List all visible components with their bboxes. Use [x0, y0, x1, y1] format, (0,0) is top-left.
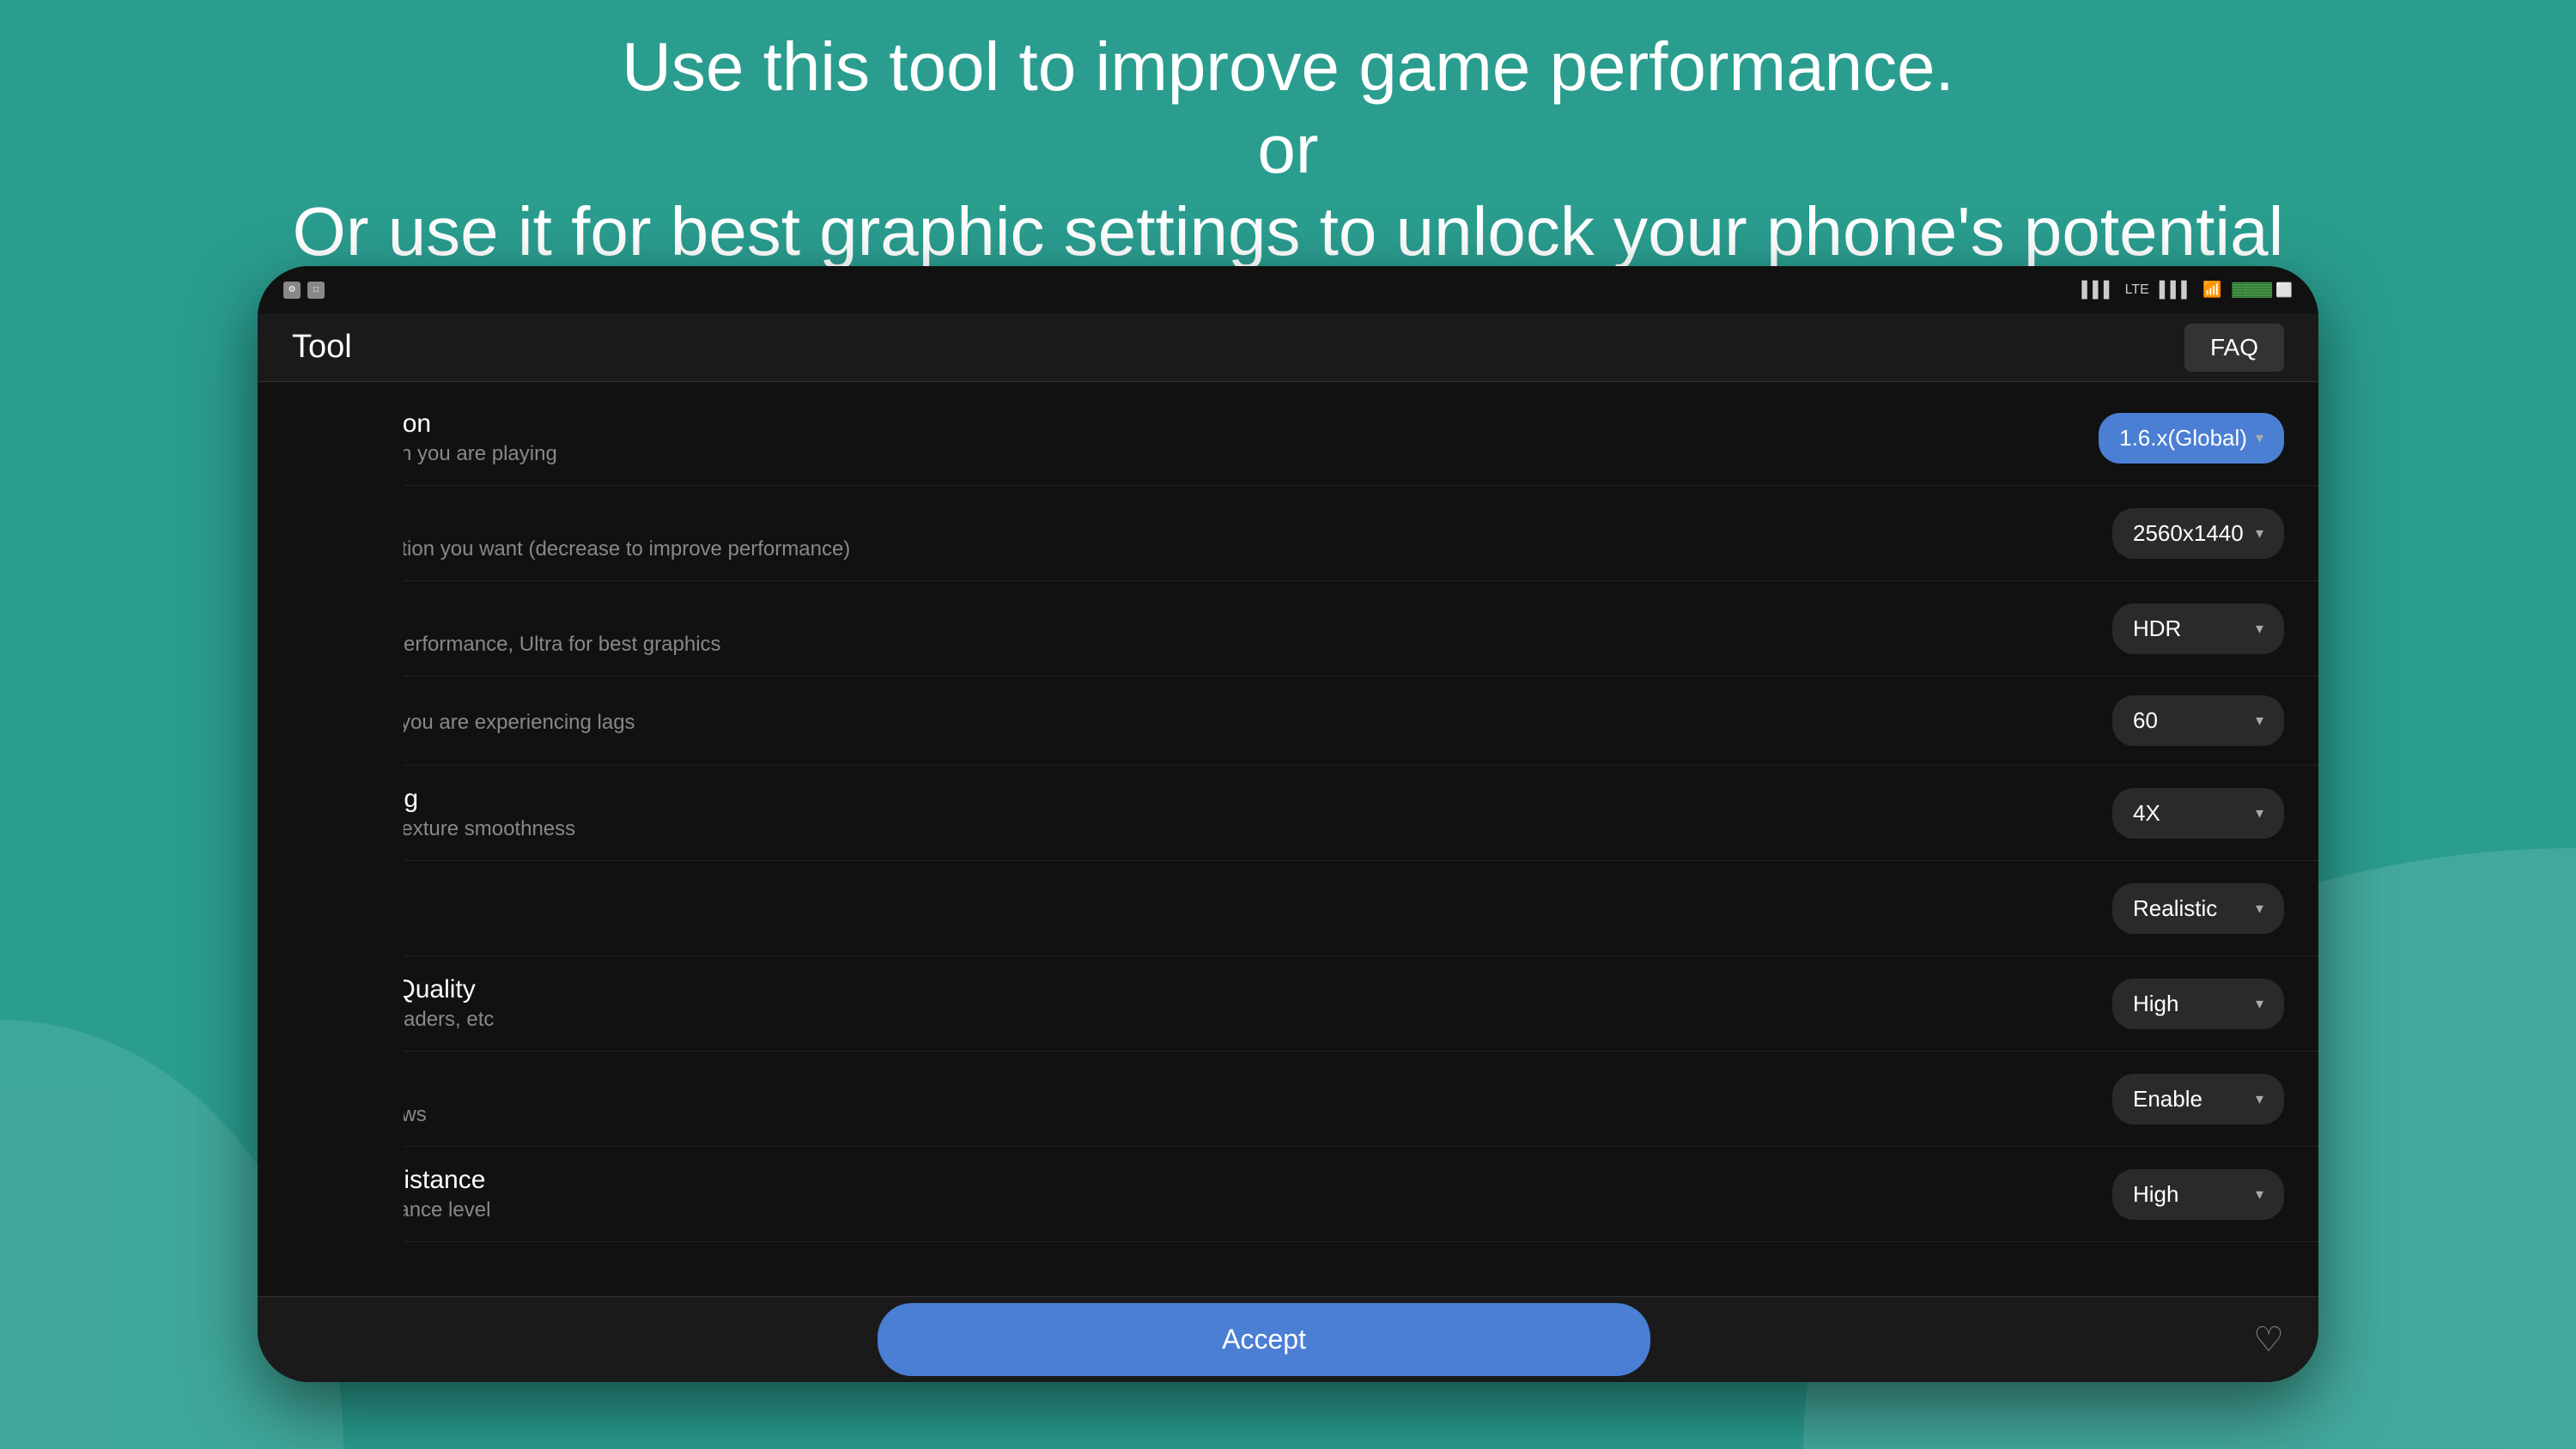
setting-desc-shadows: shadows	[345, 1103, 2112, 1127]
setting-row-shadowDistance: ow Distance w distance level High ▾	[258, 1147, 2318, 1242]
setting-desc-version: version you are playing	[345, 442, 2099, 466]
setting-dropdown-label-antialiasing: 4X	[2133, 800, 2160, 827]
setting-desc-rendering: ws, shaders, etc	[345, 1008, 2112, 1032]
setting-control-fps: 60 ▾	[2112, 695, 2284, 746]
left-edge-overlay	[258, 266, 404, 1382]
setting-dropdown-arrow-fps: ▾	[2256, 712, 2263, 730]
setting-name-shadowDistance: ow Distance	[345, 1166, 2112, 1195]
setting-info-resolution: ution resolution you want (decrease to im…	[345, 505, 2112, 561]
setting-info-version: Version version you are playing	[345, 409, 2099, 466]
setting-desc-resolution: resolution you want (decrease to improve…	[345, 537, 2112, 561]
setting-info-filter: s filter	[345, 880, 2112, 937]
header-line2: or	[0, 108, 2576, 191]
setting-dropdown-arrow-resolution: ▾	[2256, 524, 2263, 543]
setting-name-shadows: ows	[345, 1070, 2112, 1100]
setting-name-resolution: ution	[345, 505, 2112, 534]
faq-button[interactable]: FAQ	[2184, 324, 2284, 372]
signal2-icon: ▌▌▌	[2160, 281, 2192, 299]
setting-row-rendering: ring Quality ws, shaders, etc High ▾	[258, 956, 2318, 1052]
setting-dropdown-label-version: 1.6.x(Global)	[2119, 425, 2247, 452]
setting-dropdown-arrow-shadowDistance: ▾	[2256, 1185, 2263, 1203]
setting-name-version: Version	[345, 409, 2099, 439]
setting-dropdown-label-shadowDistance: High	[2133, 1181, 2178, 1208]
setting-control-shadows: Enable ▾	[2112, 1074, 2284, 1125]
setting-desc-antialiasing: s the texture smoothness	[345, 817, 2112, 841]
setting-info-graphics: ics h for performance, Ultra for best gra…	[345, 600, 2112, 657]
setting-row-fps: use if you are experiencing lags 60 ▾	[258, 676, 2318, 766]
setting-row-resolution: ution resolution you want (decrease to im…	[258, 486, 2318, 581]
setting-row-antialiasing: liasing s the texture smoothness 4X ▾	[258, 766, 2318, 861]
status-bar: ⚙ □ ▌▌▌ LTE ▌▌▌ 📶 ▓▓▓▓ ⬜	[258, 266, 2318, 313]
setting-control-version: 1.6.x(Global) ▾	[2099, 413, 2284, 464]
app-title: Tool	[292, 329, 352, 366]
setting-dropdown-fps[interactable]: 60 ▾	[2112, 695, 2284, 746]
setting-control-rendering: High ▾	[2112, 979, 2284, 1029]
setting-dropdown-version[interactable]: 1.6.x(Global) ▾	[2099, 413, 2284, 464]
setting-name-graphics: ics	[345, 600, 2112, 629]
setting-dropdown-label-graphics: HDR	[2133, 615, 2181, 642]
setting-dropdown-resolution[interactable]: 2560x1440 ▾	[2112, 508, 2284, 559]
settings-list: Versionversion you are playing1.6.x(Glob…	[258, 382, 2318, 1331]
setting-dropdown-label-fps: 60	[2133, 707, 2158, 734]
setting-control-graphics: HDR ▾	[2112, 603, 2284, 654]
setting-dropdown-label-filter: Realistic	[2133, 895, 2217, 922]
setting-info-fps: use if you are experiencing lags	[345, 707, 2112, 735]
bottom-bar: Accept ♡	[258, 1296, 2318, 1382]
setting-control-shadowDistance: High ▾	[2112, 1169, 2284, 1220]
settings-status-icon: ⚙	[283, 282, 301, 299]
lte-label: LTE	[2125, 282, 2149, 298]
accept-button[interactable]: Accept	[878, 1303, 1650, 1376]
setting-desc-fps: use if you are experiencing lags	[345, 711, 2112, 735]
setting-control-antialiasing: 4X ▾	[2112, 788, 2284, 839]
setting-info-shadowDistance: ow Distance w distance level	[345, 1166, 2112, 1222]
heart-icon[interactable]: ♡	[2253, 1320, 2284, 1360]
setting-dropdown-label-rendering: High	[2133, 991, 2178, 1017]
signal-icon: ▌▌▌	[2081, 281, 2114, 299]
setting-control-resolution: 2560x1440 ▾	[2112, 508, 2284, 559]
setting-dropdown-label-resolution: 2560x1440	[2133, 520, 2244, 547]
setting-dropdown-shadowDistance[interactable]: High ▾	[2112, 1169, 2284, 1220]
setting-dropdown-graphics[interactable]: HDR ▾	[2112, 603, 2284, 654]
setting-dropdown-filter[interactable]: Realistic ▾	[2112, 883, 2284, 934]
app-status-icon: □	[307, 282, 325, 299]
status-icons-right: ▌▌▌ LTE ▌▌▌ 📶 ▓▓▓▓ ⬜	[2081, 281, 2293, 299]
setting-desc-graphics: h for performance, Ultra for best graphi…	[345, 633, 2112, 657]
setting-dropdown-arrow-antialiasing: ▾	[2256, 804, 2263, 822]
setting-dropdown-arrow-shadows: ▾	[2256, 1090, 2263, 1108]
setting-row-shadows: ows shadows Enable ▾	[258, 1052, 2318, 1147]
setting-name-antialiasing: liasing	[345, 785, 2112, 814]
top-text-block: Use this tool to improve game performanc…	[0, 26, 2576, 273]
header-line3: Or use it for best graphic settings to u…	[0, 191, 2576, 273]
setting-dropdown-antialiasing[interactable]: 4X ▾	[2112, 788, 2284, 839]
device-frame: ⚙ □ ▌▌▌ LTE ▌▌▌ 📶 ▓▓▓▓ ⬜ Tool FAQ Versio…	[258, 266, 2318, 1382]
wifi-icon: 📶	[2202, 281, 2221, 299]
setting-info-rendering: ring Quality ws, shaders, etc	[345, 975, 2112, 1032]
battery-indicator: ▓▓▓▓	[2232, 282, 2272, 298]
setting-name-rendering: ring Quality	[345, 975, 2112, 1004]
battery-outline: ⬜	[2275, 282, 2293, 299]
setting-info-antialiasing: liasing s the texture smoothness	[345, 785, 2112, 841]
setting-desc-filter: filter	[345, 912, 2112, 937]
setting-control-filter: Realistic ▾	[2112, 883, 2284, 934]
status-icons-left: ⚙ □	[283, 282, 325, 299]
setting-desc-shadowDistance: w distance level	[345, 1198, 2112, 1222]
setting-name-filter: s	[345, 880, 2112, 909]
setting-dropdown-shadows[interactable]: Enable ▾	[2112, 1074, 2284, 1125]
setting-dropdown-arrow-filter: ▾	[2256, 900, 2263, 918]
setting-row-version: Versionversion you are playing1.6.x(Glob…	[258, 391, 2318, 486]
setting-row-graphics: ics h for performance, Ultra for best gra…	[258, 581, 2318, 676]
app-bar: Tool FAQ	[258, 313, 2318, 382]
setting-dropdown-arrow-graphics: ▾	[2256, 620, 2263, 638]
battery-icon: ▓▓▓▓ ⬜	[2232, 282, 2293, 299]
header-line1: Use this tool to improve game performanc…	[0, 26, 2576, 108]
setting-dropdown-arrow-version: ▾	[2256, 429, 2263, 447]
setting-row-filter: s filter Realistic ▾	[258, 861, 2318, 956]
setting-dropdown-label-shadows: Enable	[2133, 1086, 2202, 1113]
setting-info-shadows: ows shadows	[345, 1070, 2112, 1127]
setting-dropdown-arrow-rendering: ▾	[2256, 995, 2263, 1013]
setting-dropdown-rendering[interactable]: High ▾	[2112, 979, 2284, 1029]
